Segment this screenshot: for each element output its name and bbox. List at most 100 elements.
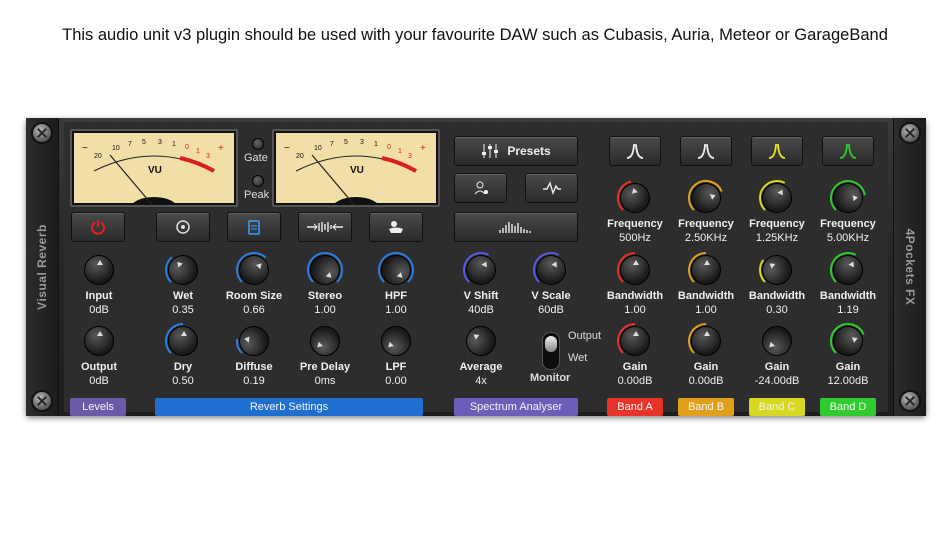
vu-tick: 1 <box>196 148 200 155</box>
band-c-filter-button[interactable] <box>751 136 803 166</box>
peak-label: Peak <box>244 189 270 201</box>
band-c-gain-label: Gain <box>764 361 790 373</box>
hpf-label: HPF <box>385 290 407 302</box>
band-a-bandwidth-knob[interactable] <box>620 255 650 285</box>
plugin-rack: Visual Reverb 4Pockets FX VU − + 20 10 7… <box>26 118 926 416</box>
band-c-frequency-value: 1.25KHz <box>755 232 799 244</box>
tab-levels[interactable]: Levels <box>70 398 126 416</box>
vu-plus: + <box>420 143 426 154</box>
brand-name: 4Pockets FX <box>903 228 917 306</box>
monitor-output-label: Output <box>568 330 602 342</box>
screw-icon <box>901 392 919 410</box>
wet-value: 0.35 <box>172 304 194 316</box>
band-a-gain-knob[interactable] <box>620 326 650 356</box>
band-d-frequency-label: Frequency <box>820 218 876 230</box>
duck-icon <box>389 221 403 233</box>
average-knob[interactable] <box>460 320 502 362</box>
band-b-tab[interactable]: Band B <box>678 398 734 416</box>
band-b-gain-label: Gain <box>693 361 719 373</box>
band-d-filter-button[interactable] <box>822 136 874 166</box>
power-button[interactable] <box>71 212 125 242</box>
pre-delay-label: Pre Delay <box>299 361 351 373</box>
waveform-icon <box>307 222 343 232</box>
v-shift-label: V Shift <box>463 290 499 302</box>
band-c-gain-value: -24.00dB <box>754 375 800 387</box>
vu-tick: 3 <box>408 153 412 160</box>
pulse-button[interactable] <box>525 173 578 203</box>
band-c-frequency-label: Frequency <box>749 218 805 230</box>
band-a-filter-button[interactable] <box>609 136 661 166</box>
screw-icon <box>33 392 51 410</box>
band-d-bandwidth-value: 1.19 <box>837 304 859 316</box>
pre-delay-knob[interactable] <box>303 319 347 363</box>
power-icon <box>91 220 105 235</box>
gate-label: Gate <box>244 152 268 164</box>
stereo-value: 1.00 <box>314 304 336 316</box>
average-label: Average <box>459 361 503 373</box>
tab-reverb-settings[interactable]: Reverb Settings <box>155 398 423 416</box>
vu-tick: 1 <box>374 141 378 148</box>
settings-button[interactable] <box>156 212 210 242</box>
band-b-bandwidth-knob[interactable] <box>691 255 721 285</box>
vu-label: VU <box>148 165 162 176</box>
band-b-bandwidth-label: Bandwidth <box>677 290 735 302</box>
stereo-width-button[interactable] <box>298 212 352 242</box>
room-size-label: Room Size <box>225 290 283 302</box>
vu-label: VU <box>350 165 364 176</box>
bell-curve-icon <box>626 144 644 159</box>
tab-spectrum-analyser[interactable]: Spectrum Analyser <box>454 398 578 416</box>
band-a-tab[interactable]: Band A <box>607 398 663 416</box>
vu-meter-left: VU − + 20 10 7 5 3 1 0 1 3 <box>70 129 238 207</box>
screw-icon <box>33 124 51 142</box>
vu-plus: + <box>218 143 224 154</box>
gate-led-icon <box>252 138 264 150</box>
output-label: Output <box>80 361 118 373</box>
lpf-knob[interactable] <box>374 319 418 363</box>
pulse-icon <box>542 181 561 195</box>
dry-value: 0.50 <box>172 375 194 387</box>
side-panel-right: 4Pockets FX <box>893 118 926 416</box>
vu-tick: 20 <box>94 153 102 160</box>
presets-button[interactable]: Presets <box>454 136 578 166</box>
band-c-gain-knob[interactable] <box>755 319 799 363</box>
band-b-filter-button[interactable] <box>680 136 732 166</box>
band-a-frequency-value: 500Hz <box>619 232 651 244</box>
input-knob[interactable] <box>84 255 114 285</box>
caption-text: This audio unit v3 plugin should be used… <box>62 26 888 44</box>
side-panel-left: Visual Reverb <box>26 118 59 416</box>
diffuse-value: 0.19 <box>243 375 265 387</box>
vu-tick: 10 <box>314 145 322 152</box>
vu-tick: 7 <box>330 141 334 148</box>
band-b-gain-knob[interactable] <box>691 326 721 356</box>
bell-curve-icon <box>697 144 715 159</box>
clipboard-icon <box>248 220 260 235</box>
band-a-gain-label: Gain <box>622 361 648 373</box>
duck-button[interactable] <box>369 212 423 242</box>
band-c-tab[interactable]: Band C <box>749 398 805 416</box>
monitor-toggle[interactable] <box>542 332 560 370</box>
clipboard-button[interactable] <box>227 212 281 242</box>
v-scale-label: V Scale <box>531 290 571 302</box>
vu-tick: 20 <box>296 153 304 160</box>
vu-minus: − <box>82 143 88 154</box>
band-b-frequency-value: 2.50KHz <box>684 232 728 244</box>
main-panel: VU − + 20 10 7 5 3 1 0 1 3 Gate Peak VU <box>64 122 888 416</box>
bell-curve-icon <box>768 144 786 159</box>
band-a-gain-value: 0.00dB <box>617 375 653 387</box>
band-c-bandwidth-label: Bandwidth <box>748 290 806 302</box>
average-value: 4x <box>475 375 487 387</box>
band-d-frequency-value: 5.00KHz <box>826 232 870 244</box>
vu-tick: 3 <box>158 139 162 146</box>
dry-knob[interactable] <box>168 326 198 356</box>
spectrum-view-button[interactable] <box>454 212 578 242</box>
pre-delay-value: 0ms <box>314 375 336 387</box>
v-shift-value: 40dB <box>468 304 494 316</box>
output-knob[interactable] <box>84 326 114 356</box>
bell-curve-icon <box>839 144 857 159</box>
band-d-tab[interactable]: Band D <box>820 398 876 416</box>
vu-tick: 3 <box>360 139 364 146</box>
vu-tick: 0 <box>387 144 391 151</box>
user-settings-button[interactable] <box>454 173 507 203</box>
vu-tick: 3 <box>206 153 210 160</box>
spectrum-bars-icon <box>499 222 531 233</box>
